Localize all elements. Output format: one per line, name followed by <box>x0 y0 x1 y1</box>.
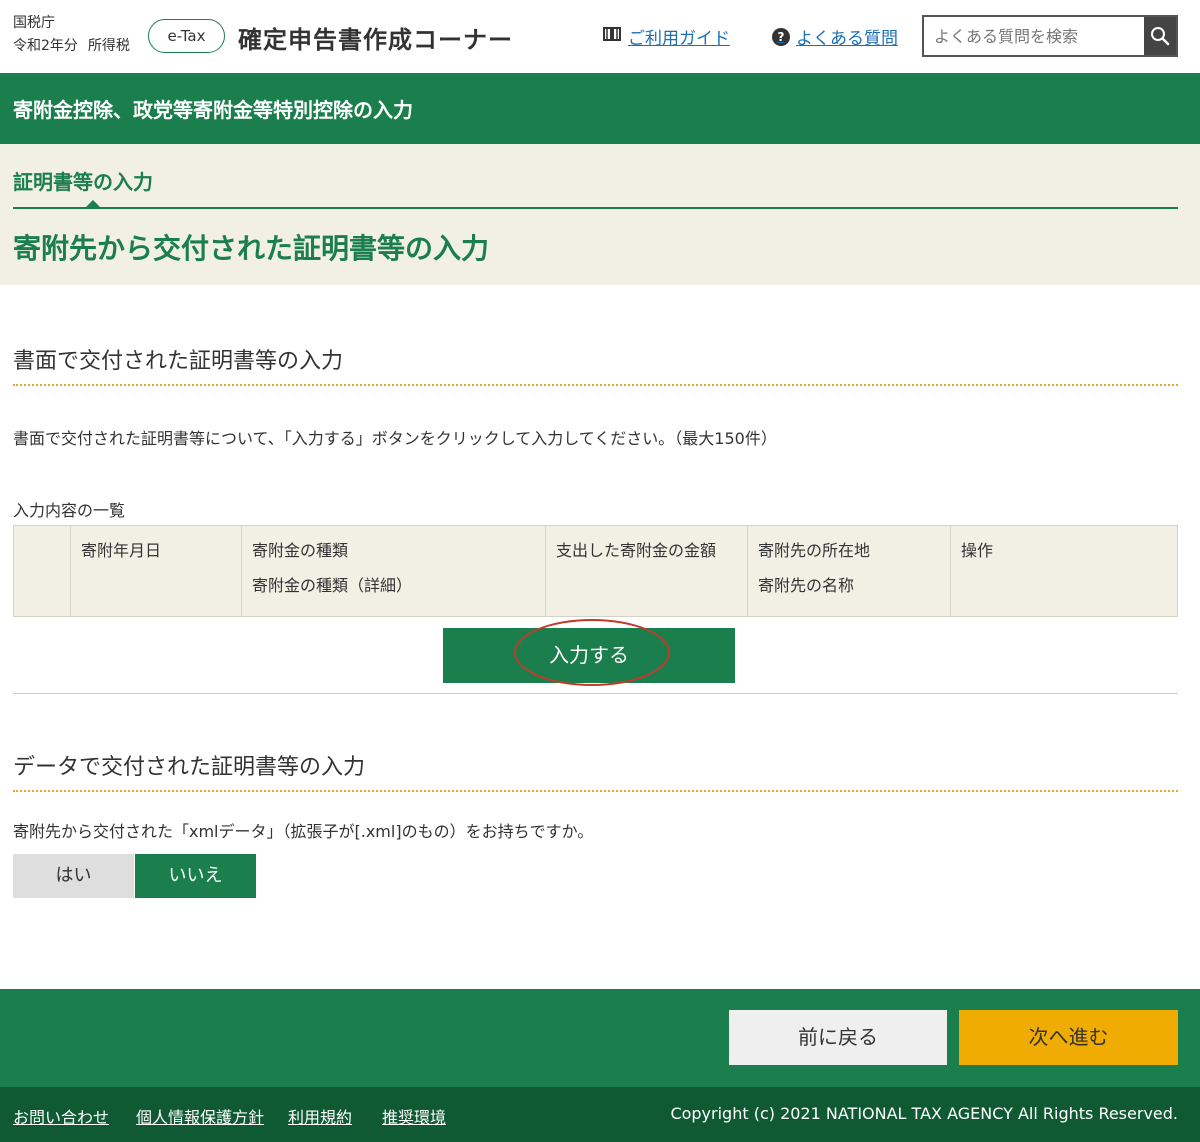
page-heading-band: 寄附金控除、政党等寄附金等特別控除の入力 <box>0 73 1200 144</box>
paper-section-divider <box>13 384 1178 386</box>
site-footer: お問い合わせ 個人情報保護方針 利用規約 推奨環境 Copyright (c) … <box>0 1087 1200 1142</box>
column-header-donation-type: 寄附金の種類 寄附金の種類（詳細） <box>241 525 546 617</box>
column-header-select <box>13 525 71 617</box>
agency-name: 国税庁 <box>13 15 55 31</box>
faq-search-input[interactable] <box>924 17 1144 55</box>
column-header-amount: 支出した寄附金の金額 <box>545 525 748 617</box>
faq-search <box>922 15 1178 57</box>
step-area: 証明書等の入力 寄附先から交付された証明書等の入力 <box>0 144 1200 285</box>
terms-link[interactable]: 利用規約 <box>288 1104 352 1128</box>
input-button[interactable]: 入力する <box>443 628 735 683</box>
entry-list-label: 入力内容の一覧 <box>13 501 126 520</box>
no-option[interactable]: いいえ <box>135 854 256 898</box>
agency-info: 国税庁 令和2年分 所得税 <box>13 12 130 58</box>
privacy-policy-link[interactable]: 個人情報保護方針 <box>136 1104 264 1128</box>
faq-label: よくある質問 <box>796 29 898 49</box>
navigation-bar: 前に戻る 次へ進む <box>0 989 1200 1087</box>
copyright: Copyright (c) 2021 NATIONAL TAX AGENCY A… <box>670 1104 1178 1123</box>
search-button[interactable] <box>1144 17 1176 55</box>
user-guide-label: ご利用ガイド <box>628 29 730 49</box>
tax-type: 所得税 <box>87 38 130 54</box>
next-button[interactable]: 次へ進む <box>959 1010 1178 1065</box>
step-label: 証明書等の入力 <box>13 170 153 194</box>
column-header-date: 寄附年月日 <box>70 525 242 617</box>
entries-table: 寄附年月日 寄附金の種類 寄附金の種類（詳細） 支出した寄附金の金額 寄附先の所… <box>13 525 1178 617</box>
site-title: 確定申告書作成コーナー <box>238 26 513 54</box>
section-separator <box>13 693 1178 694</box>
paper-section-description: 書面で交付された証明書等について、「入力する」ボタンをクリックして入力してくださ… <box>13 429 777 448</box>
search-icon <box>1151 27 1170 46</box>
recommended-env-link[interactable]: 推奨環境 <box>382 1104 446 1128</box>
xml-question: 寄附先から交付された「xmlデータ」（拡張子が[.xml]のもの）をお持ちですか… <box>13 822 594 841</box>
entries-header-row: 寄附年月日 寄附金の種類 寄附金の種類（詳細） 支出した寄附金の金額 寄附先の所… <box>13 525 1178 617</box>
step-indicator <box>86 200 100 207</box>
data-section-title: データで交付された証明書等の入力 <box>13 755 366 780</box>
question-icon: ? <box>772 27 790 46</box>
book-icon <box>602 26 622 47</box>
site-header: 国税庁 令和2年分 所得税 e-Tax 確定申告書作成コーナー ご利用ガイド ? … <box>0 0 1200 73</box>
tax-year-line: 令和2年分 所得税 <box>13 35 130 58</box>
etax-badge: e-Tax <box>148 19 225 53</box>
step-title: 寄附先から交付された証明書等の入力 <box>13 232 490 265</box>
page-heading: 寄附金控除、政党等寄附金等特別控除の入力 <box>13 98 413 122</box>
user-guide-link[interactable]: ご利用ガイド <box>602 24 730 49</box>
step-divider <box>13 207 1178 209</box>
back-button[interactable]: 前に戻る <box>729 1010 947 1065</box>
yes-option[interactable]: はい <box>13 854 134 898</box>
column-header-actions: 操作 <box>950 525 1178 617</box>
column-header-recipient: 寄附先の所在地 寄附先の名称 <box>747 525 951 617</box>
data-section-divider <box>13 790 1178 792</box>
faq-link[interactable]: ? よくある質問 <box>772 24 898 49</box>
contact-link[interactable]: お問い合わせ <box>13 1104 109 1128</box>
tax-year: 令和2年分 <box>13 38 78 54</box>
paper-section-title: 書面で交付された証明書等の入力 <box>13 349 344 374</box>
